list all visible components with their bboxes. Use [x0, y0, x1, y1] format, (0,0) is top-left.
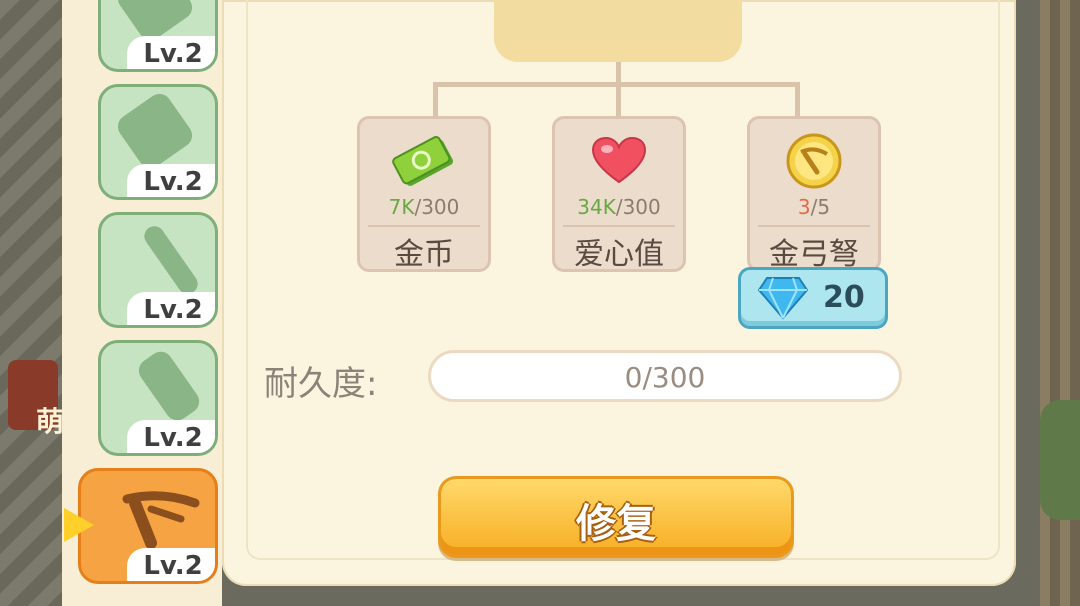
durability-label: 耐久度:: [264, 364, 378, 404]
repair-button-label: 修复: [576, 501, 656, 547]
heart-count: 34K/300: [577, 195, 661, 219]
tab-level-label: Lv.2: [127, 420, 215, 453]
game-background-right: [1040, 0, 1080, 606]
money-icon: [392, 136, 454, 186]
tree-connector: [433, 82, 438, 118]
diamond-icon: [757, 277, 809, 320]
card-divider: [368, 225, 480, 227]
tab-level-label: Lv.2: [127, 36, 215, 69]
durability-bar: 0/300: [428, 350, 902, 402]
crossbow-icon: [122, 491, 200, 549]
coin-count: 7K/300: [388, 195, 460, 219]
gem-cost-value: 20: [823, 280, 865, 315]
buy-with-gems-button[interactable]: 20: [738, 267, 888, 329]
requirement-card-golden-crossbow[interactable]: 3/5 金弓弩: [747, 116, 881, 272]
durability-value: 0/300: [624, 361, 706, 394]
tool-tab-pickaxe[interactable]: Lv.2: [98, 84, 218, 200]
tab-level-label: Lv.2: [127, 292, 215, 325]
background-tree: [1040, 400, 1080, 520]
tool-tab-crossbow[interactable]: Lv.2: [78, 468, 218, 584]
selected-arrow-icon: [64, 508, 94, 542]
tool-tab-drill[interactable]: Lv.2: [98, 340, 218, 456]
tree-connector: [795, 82, 800, 118]
tree-connector: [616, 82, 621, 118]
golden-crossbow-count: 3/5: [797, 195, 831, 219]
requirement-card-coins[interactable]: 7K/300 金币: [357, 116, 491, 272]
golden-crossbow-icon: [786, 133, 842, 189]
tree-connector: [616, 62, 621, 84]
heart-label: 爱心值: [574, 237, 664, 272]
background-sign-text: 萌: [36, 405, 65, 438]
heart-icon: [591, 136, 647, 184]
pickaxe-icon: [113, 89, 197, 173]
requirement-card-hearts[interactable]: 34K/300 爱心值: [552, 116, 686, 272]
repair-button[interactable]: 修复: [438, 476, 794, 558]
coin-label: 金币: [394, 237, 454, 272]
shovel-icon: [140, 222, 202, 298]
tool-preview-slot: [494, 0, 742, 62]
tab-level-label: Lv.2: [127, 548, 215, 581]
tab-level-label: Lv.2: [127, 164, 215, 197]
tool-tab-hammer[interactable]: Lv.2: [98, 0, 218, 72]
game-background-left: 萌: [0, 0, 65, 606]
card-divider: [758, 225, 870, 227]
tool-tab-shovel[interactable]: Lv.2: [98, 212, 218, 328]
card-divider: [563, 225, 675, 227]
drill-icon: [134, 347, 204, 425]
